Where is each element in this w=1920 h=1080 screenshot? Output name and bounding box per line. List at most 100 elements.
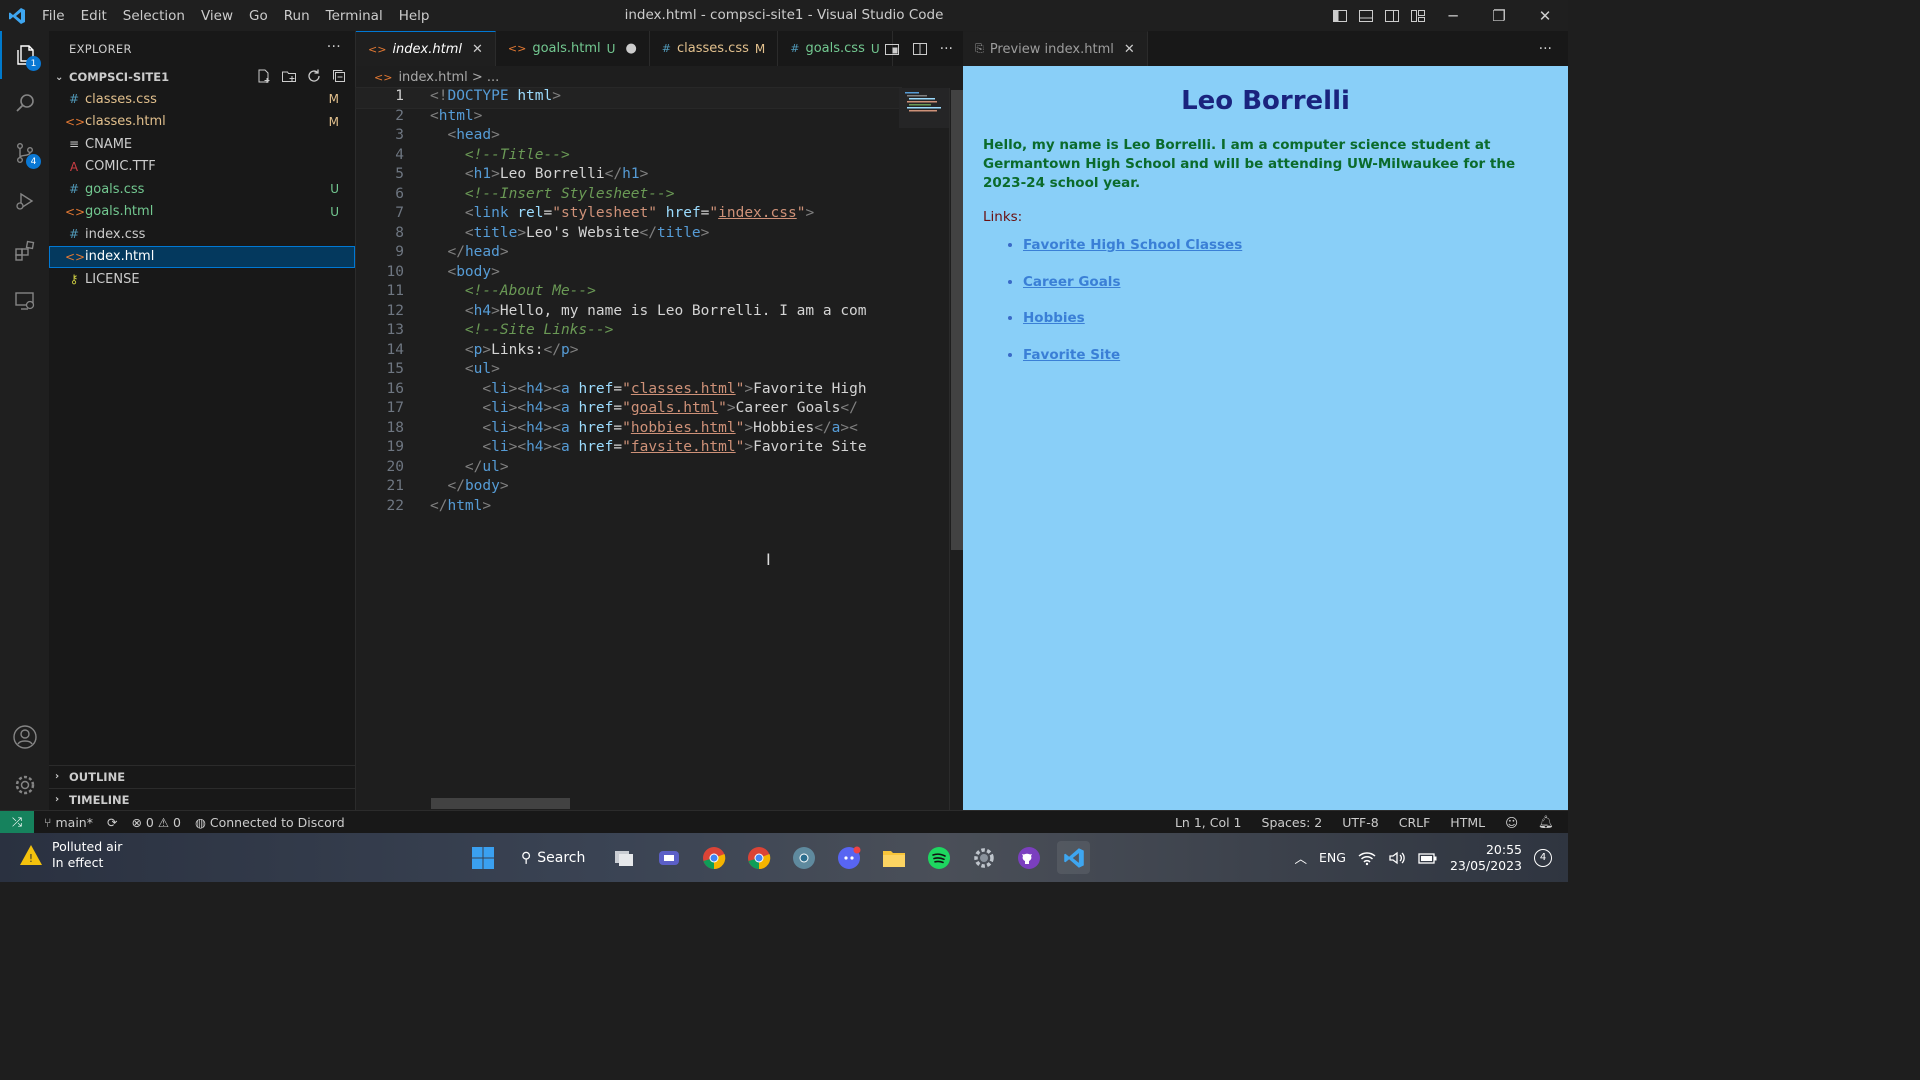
file-item[interactable]: ⚷ LICENSE [49, 268, 355, 291]
toggle-secondary-sidebar-icon[interactable] [1384, 8, 1400, 24]
task-view-icon[interactable] [607, 841, 640, 874]
extensions-icon[interactable] [0, 227, 49, 275]
end-of-line[interactable]: CRLF [1399, 815, 1431, 830]
language-indicator[interactable]: ENG [1319, 850, 1346, 865]
feedback-icon[interactable]: ☺ [1505, 815, 1518, 830]
battery-icon[interactable] [1418, 851, 1438, 865]
explorer-icon[interactable]: 1 [0, 31, 49, 79]
discord-status[interactable]: ◍ Connected to Discord [195, 815, 345, 830]
explorer-header: EXPLORER ··· [49, 31, 355, 66]
discord-icon[interactable] [832, 841, 865, 874]
link-classes[interactable]: Favorite High School Classes [1023, 237, 1242, 253]
indentation[interactable]: Spaces: 2 [1262, 815, 1323, 830]
tab-index-html[interactable]: <> index.html ✕ [356, 31, 496, 66]
notification-count[interactable]: 4 [1534, 848, 1552, 867]
file-item[interactable]: # index.css [49, 223, 355, 246]
editor-actions: ··· [884, 31, 953, 66]
menu-run[interactable]: Run [276, 8, 318, 24]
run-debug-icon[interactable] [0, 177, 49, 225]
file-item[interactable]: ≡ CNAME [49, 133, 355, 156]
toggle-panel-icon[interactable] [1358, 8, 1374, 24]
source-control-icon[interactable]: 4 [0, 129, 49, 177]
file-item[interactable]: A COMIC.TTF [49, 156, 355, 179]
menu-edit[interactable]: Edit [73, 8, 115, 24]
menu-view[interactable]: View [193, 8, 241, 24]
minimize-icon[interactable]: ─ [1430, 0, 1476, 31]
tab-classes-css[interactable]: # classes.css M [650, 31, 779, 66]
github-desktop-icon[interactable] [1012, 841, 1045, 874]
file-item[interactable]: <> classes.html M [49, 111, 355, 134]
vertical-scrollbar[interactable] [949, 88, 963, 810]
horizontal-scrollbar[interactable] [431, 798, 570, 809]
new-folder-icon[interactable] [281, 68, 297, 84]
search-icon[interactable] [0, 79, 49, 127]
restore-icon[interactable]: ❐ [1476, 0, 1522, 31]
tab-goals-html[interactable]: <> goals.html U ● [496, 31, 650, 66]
problems-indicator[interactable]: ⊗ 0 ⚠ 0 [131, 815, 181, 830]
chrome-alt-icon[interactable] [787, 841, 820, 874]
file-item[interactable]: # classes.css M [49, 88, 355, 111]
refresh-icon[interactable] [306, 68, 322, 84]
tab-preview[interactable]: ⎘ Preview index.html ✕ [963, 31, 1148, 66]
link-favsite[interactable]: Favorite Site [1023, 347, 1120, 363]
breadcrumb-path[interactable]: index.html > ... [398, 70, 499, 85]
taskbar-search[interactable]: ⚲ Search [511, 841, 595, 874]
link-goals[interactable]: Career Goals [1023, 274, 1120, 290]
branch-indicator[interactable]: ⑂ main* [44, 815, 93, 830]
accounts-icon[interactable] [0, 713, 49, 761]
more-actions-icon[interactable]: ··· [1539, 41, 1552, 57]
collapse-all-icon[interactable] [331, 68, 347, 84]
split-editor-icon[interactable] [912, 41, 928, 57]
tab-goals-css[interactable]: # goals.css U [778, 31, 893, 66]
open-preview-icon[interactable] [884, 41, 900, 57]
menu-go[interactable]: Go [241, 8, 276, 24]
vscode-taskbar-icon[interactable] [1057, 841, 1091, 874]
weather-widget[interactable]: ! Polluted air In effect [18, 839, 122, 871]
outline-section[interactable]: › OUTLINE [49, 765, 355, 787]
file-name: CNAME [85, 136, 133, 152]
close-icon[interactable]: ✕ [472, 42, 483, 57]
teams-chat-icon[interactable] [652, 841, 685, 874]
manage-gear-icon[interactable] [0, 761, 49, 809]
code-editor[interactable]: 1 <!DOCTYPE html> 2 <html> 3 <head> 4 <!--… [355, 87, 964, 800]
menu-file[interactable]: File [34, 8, 73, 24]
toggle-primary-sidebar-icon[interactable] [1332, 8, 1348, 24]
remote-indicator-icon[interactable]: ⤮ [0, 810, 34, 834]
new-file-icon[interactable] [256, 68, 272, 84]
link-hobbies[interactable]: Hobbies [1023, 310, 1085, 326]
remote-explorer-icon[interactable] [0, 277, 49, 325]
chrome-icon[interactable] [697, 841, 730, 874]
file-item[interactable]: <> goals.html U [49, 201, 355, 224]
spotify-icon[interactable] [922, 841, 955, 874]
file-item[interactable]: # goals.css U [49, 178, 355, 201]
close-icon[interactable]: ✕ [1124, 42, 1135, 57]
file-explorer-icon[interactable] [877, 841, 910, 874]
code-line: 16 <li><h4><a href="classes.html">Favori… [386, 380, 867, 397]
clock[interactable]: 20:55 23/05/2023 [1450, 842, 1522, 874]
scrollbar-thumb[interactable] [951, 90, 963, 550]
unsaved-dot-icon[interactable]: ● [625, 41, 636, 56]
cursor-position[interactable]: Ln 1, Col 1 [1175, 815, 1242, 830]
timeline-section[interactable]: › TIMELINE [49, 788, 355, 810]
wifi-icon[interactable] [1358, 850, 1376, 866]
minimap[interactable] [899, 88, 949, 810]
language-mode[interactable]: HTML [1450, 815, 1485, 830]
customize-layout-icon[interactable] [1410, 8, 1426, 24]
menu-help[interactable]: Help [391, 8, 438, 24]
encoding[interactable]: UTF-8 [1342, 815, 1378, 830]
close-window-icon[interactable]: ✕ [1522, 0, 1568, 31]
sync-icon[interactable]: ⟳ [107, 815, 117, 830]
settings-gear-icon[interactable] [967, 841, 1000, 874]
menu-selection[interactable]: Selection [115, 8, 193, 24]
css-file-icon: # [790, 42, 800, 55]
volume-icon[interactable] [1388, 850, 1406, 866]
chevron-up-icon[interactable]: ︿ [1295, 848, 1308, 867]
workspace-folder[interactable]: ⌄ COMPSCI-SITE1 [49, 66, 355, 88]
windows-start-icon[interactable] [466, 841, 499, 874]
notifications-bell-icon[interactable]: 🔔︎ [1538, 814, 1554, 830]
more-actions-icon[interactable]: ··· [940, 41, 953, 57]
more-actions-icon[interactable]: ··· [327, 39, 341, 55]
menu-terminal[interactable]: Terminal [318, 8, 391, 24]
file-item[interactable]: <> index.html [49, 245, 355, 268]
chrome-profile-icon[interactable] [742, 841, 775, 874]
